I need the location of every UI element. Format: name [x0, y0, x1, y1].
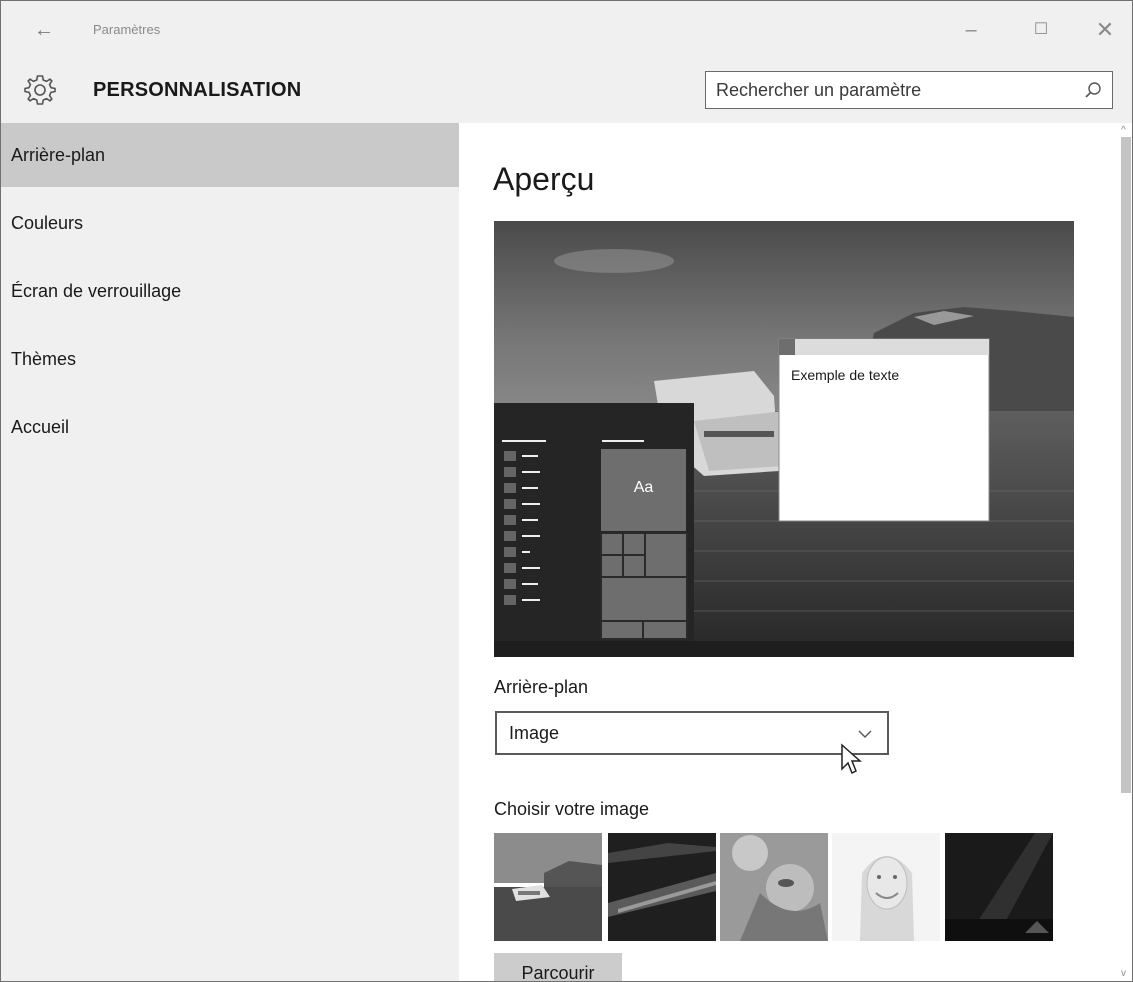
- maximize-button[interactable]: ☐: [1021, 15, 1061, 45]
- back-button[interactable]: ←: [31, 17, 57, 43]
- title-bar: ← Paramètres – ☐ ✕: [1, 1, 1132, 59]
- search-placeholder: Rechercher un paramètre: [716, 80, 922, 100]
- preview-tile-text: Aa: [633, 479, 654, 496]
- search-icon[interactable]: [1084, 81, 1102, 99]
- arrow-left-icon: ←: [34, 19, 54, 41]
- page-section-title: PERSONNALISATION: [93, 79, 302, 101]
- sidebar-item-ecran-de-verrouillage[interactable]: Écran de verrouillage: [1, 259, 459, 323]
- thumbnail-portrait-upside-down[interactable]: [720, 833, 828, 941]
- sidebar: Arrière-plan Couleurs Écran de verrouill…: [1, 123, 459, 981]
- mouse-cursor-icon: [841, 743, 862, 775]
- thumbnail-smiling-woman[interactable]: [832, 833, 940, 941]
- preview-landscape-image: [494, 221, 1074, 657]
- scrollbar[interactable]: ^ v: [1118, 123, 1132, 981]
- settings-window: ← Paramètres – ☐ ✕ PERSONNALISATION Rech…: [0, 0, 1133, 982]
- background-type-select[interactable]: Image: [495, 711, 889, 755]
- close-button[interactable]: ✕: [1085, 15, 1125, 45]
- thumbnail-lake-boat[interactable]: [494, 833, 602, 941]
- minimize-button[interactable]: –: [951, 15, 991, 45]
- search-input[interactable]: Rechercher un paramètre: [705, 71, 1113, 109]
- background-preview: Aa Exemple de texte: [494, 221, 1074, 657]
- choose-image-label: Choisir votre image: [494, 799, 650, 819]
- header: PERSONNALISATION Rechercher un paramètre: [1, 59, 1132, 123]
- sidebar-item-accueil[interactable]: Accueil: [1, 395, 459, 459]
- scroll-down-icon[interactable]: v: [1121, 968, 1126, 979]
- sidebar-item-themes[interactable]: Thèmes: [1, 327, 459, 391]
- chevron-down-icon: [858, 730, 872, 738]
- scroll-up-icon[interactable]: ^: [1121, 125, 1126, 136]
- scrollbar-thumb[interactable]: [1121, 137, 1131, 793]
- thumbnail-night-sky[interactable]: [945, 833, 1053, 941]
- sidebar-item-arriere-plan[interactable]: Arrière-plan: [1, 123, 459, 187]
- main-content: Aperçu Aa Exemple de texte Arrière-plan …: [459, 123, 1132, 981]
- background-label: Arrière-plan: [494, 677, 589, 697]
- background-type-value: Image: [509, 723, 560, 743]
- app-title: Paramètres: [93, 22, 161, 37]
- thumbnail-windows-light[interactable]: [608, 833, 716, 941]
- sidebar-item-couleurs[interactable]: Couleurs: [1, 191, 459, 255]
- browse-button[interactable]: Parcourir: [494, 953, 622, 981]
- gear-icon: [24, 75, 56, 105]
- image-thumbnails: [494, 833, 1054, 941]
- page-title: Aperçu: [493, 161, 595, 197]
- preview-sample-text: Exemple de texte: [791, 367, 900, 383]
